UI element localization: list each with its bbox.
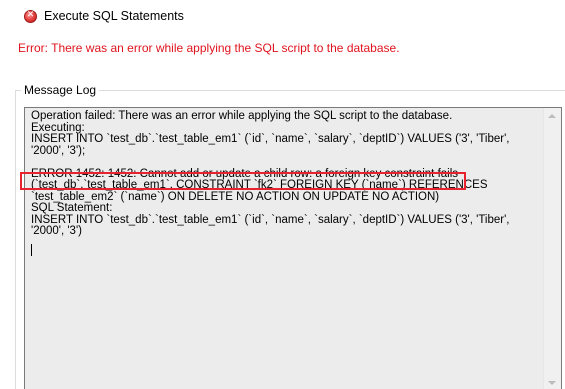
scroll-up-arrow-icon[interactable] (548, 114, 556, 118)
log-line: '2000', '3'); (31, 144, 86, 157)
scroll-down-arrow-icon[interactable] (548, 381, 556, 385)
error-circle-icon: ✕ (24, 9, 37, 23)
log-content: Operation failed: There was an error whi… (31, 110, 541, 256)
log-line: Operation failed: There was an error whi… (31, 110, 453, 122)
step-label: Execute SQL Statements (44, 9, 184, 23)
error-message: Error: There was an error while applying… (18, 41, 400, 55)
log-line: INSERT INTO `test_db`.`test_table_em1` (… (31, 213, 510, 226)
log-line: SQL Statement: (31, 202, 113, 214)
step-execute-sql: ✕ Execute SQL Statements (24, 8, 184, 24)
message-log-textarea[interactable]: Operation failed: There was an error whi… (24, 107, 562, 389)
text-caret (31, 243, 32, 256)
log-blank-line (31, 157, 541, 169)
log-scrollbar[interactable] (543, 108, 561, 389)
log-line: '2000', '3') (31, 225, 82, 237)
log-line: (`test_db`.`test_table_em1`, CONSTRAINT … (31, 179, 488, 191)
log-line: INSERT INTO `test_db`.`test_table_em1` (… (31, 133, 510, 145)
message-log-title: Message Log (21, 83, 100, 97)
